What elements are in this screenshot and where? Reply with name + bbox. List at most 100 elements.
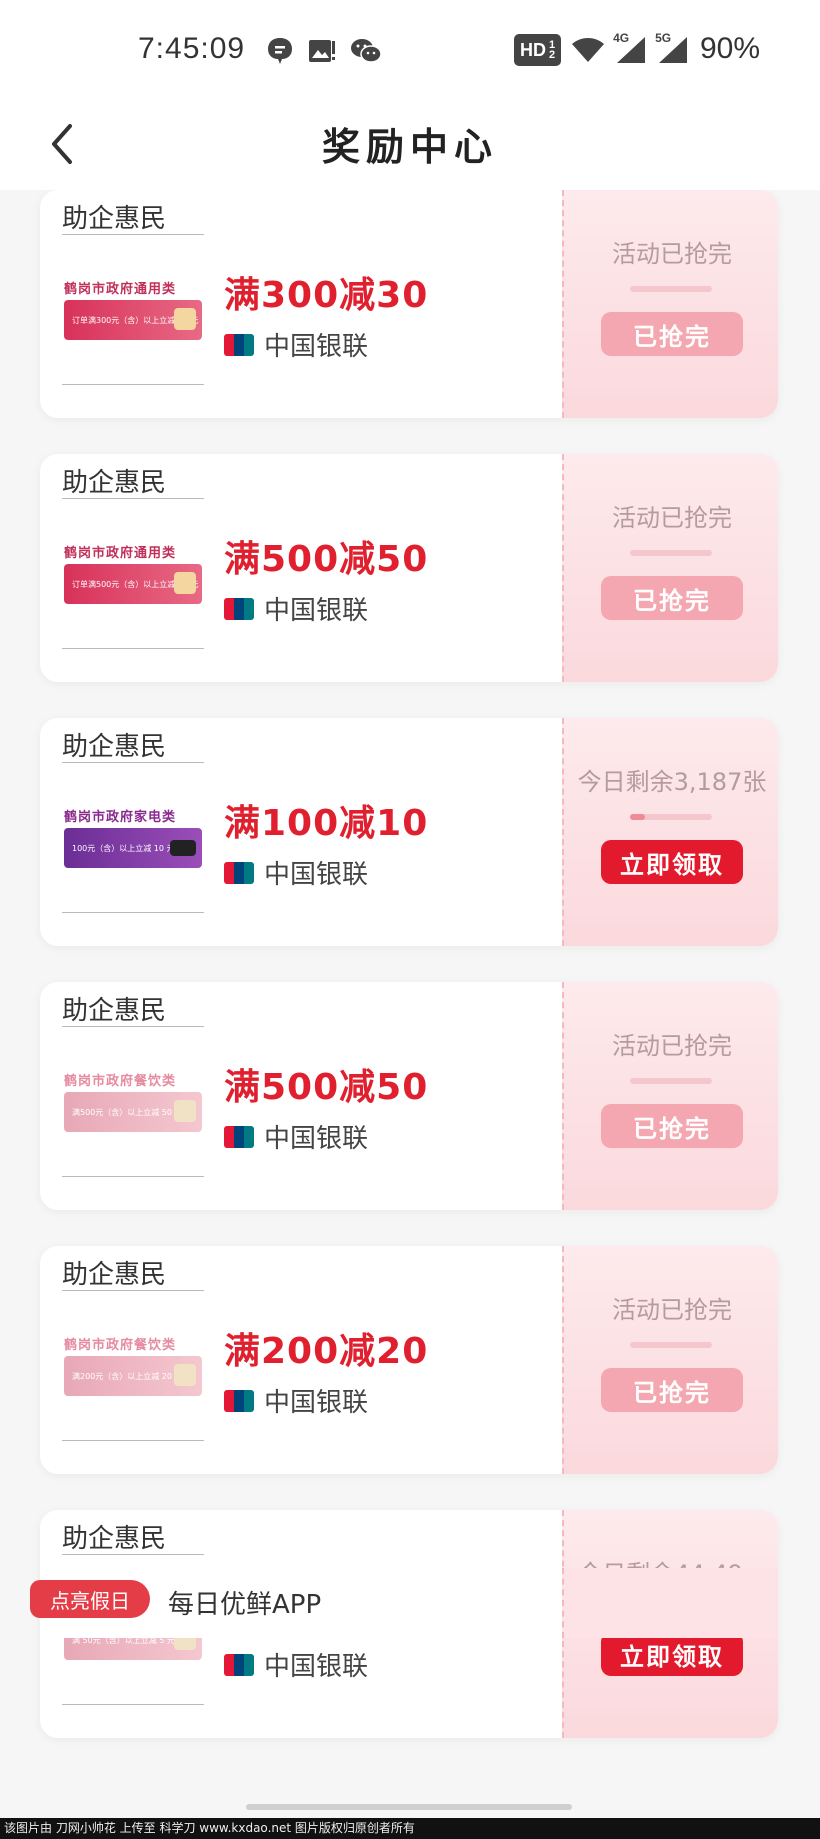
claim-button[interactable]: 立即领取 [601, 1632, 743, 1676]
coupon-info: 助企惠民 鹤岗市政府通用类 订单满500元（含）以上立减 50 元 满500减5… [40, 454, 562, 682]
bank-name: 中国银联 [264, 860, 369, 890]
signal-5g-icon: 5G [655, 31, 689, 65]
next-card-action-panel [562, 1568, 778, 1638]
sold-out-button[interactable]: 已抢完 [601, 1104, 743, 1148]
divider [62, 1554, 204, 1555]
unionpay-icon [224, 1389, 254, 1412]
progress-bar [630, 286, 712, 292]
product-image-icon [174, 308, 196, 330]
sold-out-button[interactable]: 已抢完 [601, 576, 743, 620]
divider [62, 384, 204, 385]
coupon-thumbnail-category: 鹤岗市政府通用类 [64, 282, 177, 297]
coupon-info: 助企惠民 鹤岗市政府餐饮类 满200元（含）以上立减 20 元 满200减20 … [40, 1246, 562, 1474]
remaining-status: 今日剩余3,187张 [577, 768, 767, 796]
divider [62, 1176, 204, 1177]
bank-row: 中国银联 [224, 1118, 368, 1155]
product-image-icon [174, 1100, 196, 1122]
coupon-card[interactable]: 助企惠民 鹤岗市政府通用类 订单满300元（含）以上立减 30 元 满300减3… [40, 190, 778, 418]
watermark-text: 该图片由 刀网小帅花 上传至 科学刀 www.kxdao.net 图片版权归原创… [0, 1818, 820, 1839]
coupon-info: 助企惠民 鹤岗市政府通用类 订单满300元（含）以上立减 30 元 满300减3… [40, 190, 562, 418]
claim-button[interactable]: 立即领取 [601, 840, 743, 884]
coupon-info: 助企惠民 鹤岗市政府家电类 100元（含）以上立减 10 元 满100减10 中… [40, 718, 562, 946]
coupon-card[interactable]: 助企惠民 鹤岗市政府家电类 100元（含）以上立减 10 元 满100减10 中… [40, 718, 778, 946]
bank-row: 中国银联 [224, 326, 368, 363]
battery-level: 90% [700, 32, 761, 65]
coupon-info: 助企惠民 鹤岗市政府餐饮类 满500元（含）以上立减 50 元 满500减50 … [40, 982, 562, 1210]
progress-bar [630, 550, 712, 556]
sold-out-button[interactable]: 已抢完 [601, 312, 743, 356]
divider [62, 762, 204, 763]
divider [62, 1026, 204, 1027]
coupon-thumbnail-text: 满200元（含）以上立减 20 元 [72, 1371, 183, 1381]
message-bubble-icon [268, 38, 292, 64]
progress-bar [630, 814, 712, 820]
progress-fill [630, 814, 645, 820]
coupon-thumbnail-category: 鹤岗市政府家电类 [64, 810, 177, 825]
bank-name: 中国银联 [264, 1124, 369, 1154]
coupon-offer: 满500减50 [224, 539, 429, 580]
bank-row: 中国银联 [224, 854, 368, 891]
unionpay-icon [224, 333, 254, 356]
coupon-action-panel: 活动已抢完 已抢完 [562, 454, 778, 682]
remaining-status: 活动已抢完 [612, 1296, 732, 1324]
sold-out-button[interactable]: 已抢完 [601, 1368, 743, 1412]
divider [62, 1440, 204, 1441]
remaining-status: 活动已抢完 [612, 240, 732, 268]
signal-4g-icon: 4G [613, 31, 647, 65]
header: 奖励中心 [0, 100, 820, 190]
divider [62, 234, 204, 235]
hd-icon: HD 1 2 [514, 34, 562, 66]
coupon-brand: 助企惠民 [62, 996, 167, 1026]
coupon-action-panel: 今日剩余3,187张 立即领取 [562, 718, 778, 946]
coupon-thumbnail-category: 鹤岗市政府通用类 [64, 546, 177, 561]
coupon-thumbnail-category: 鹤岗市政府餐饮类 [64, 1338, 177, 1353]
promo-tag: 点亮假日 [30, 1580, 150, 1618]
coupon-thumbnail: 订单满300元（含）以上立减 30 元 [64, 300, 202, 340]
product-image-icon [170, 840, 196, 856]
status-time: 7:45:09 [138, 32, 246, 65]
coupon-offer: 满100减10 [224, 803, 429, 844]
coupon-card[interactable]: 助企惠民 鹤岗市政府通用类 订单满500元（含）以上立减 50 元 满500减5… [40, 454, 778, 682]
coupon-thumbnail: 订单满500元（含）以上立减 50 元 [64, 564, 202, 604]
coupon-brand: 助企惠民 [62, 204, 167, 234]
coupon-list[interactable]: 助企惠民 鹤岗市政府通用类 订单满300元（含）以上立减 30 元 满300减3… [0, 190, 820, 1810]
coupon-offer: 满300减30 [224, 275, 429, 316]
home-indicator[interactable] [246, 1804, 572, 1810]
notification-icons [266, 36, 382, 66]
unionpay-icon [224, 861, 254, 884]
bank-name: 中国银联 [264, 1652, 369, 1682]
bank-name: 中国银联 [264, 332, 369, 362]
system-icons: HD 1 2 4G 5G [514, 31, 689, 66]
bank-row: 中国银联 [224, 1382, 368, 1419]
coupon-action-panel: 活动已抢完 已抢完 [562, 1246, 778, 1474]
coupon-brand: 助企惠民 [62, 732, 167, 762]
next-card-partial[interactable] [40, 1568, 778, 1638]
coupon-brand: 助企惠民 [62, 468, 167, 498]
bank-row: 中国银联 [224, 1646, 368, 1683]
progress-bar [630, 1078, 712, 1084]
remaining-status: 活动已抢完 [612, 1032, 732, 1060]
bank-name: 中国银联 [264, 1388, 369, 1418]
image-notification-icon [309, 40, 335, 62]
wechat-icon [351, 39, 382, 63]
coupon-brand: 助企惠民 [62, 1524, 167, 1554]
coupon-card[interactable]: 助企惠民 鹤岗市政府餐饮类 满500元（含）以上立减 50 元 满500减50 … [40, 982, 778, 1210]
divider [62, 648, 204, 649]
unionpay-icon [224, 1653, 254, 1676]
coupon-brand: 助企惠民 [62, 1260, 167, 1290]
progress-bar [630, 1342, 712, 1348]
page-title: 奖励中心 [321, 125, 498, 169]
product-image-icon [174, 572, 196, 594]
bank-name: 中国银联 [264, 596, 369, 626]
coupon-thumbnail-text: 满500元（含）以上立减 50 元 [72, 1107, 183, 1117]
bank-row: 中国银联 [224, 590, 368, 627]
divider [62, 1290, 204, 1291]
status-bar: 7:45:09 HD 1 2 4G 5G 90% [0, 0, 820, 100]
remaining-status: 活动已抢完 [612, 504, 732, 532]
coupon-action-panel: 活动已抢完 已抢完 [562, 982, 778, 1210]
unionpay-icon [224, 597, 254, 620]
coupon-thumbnail: 满200元（含）以上立减 20 元 [64, 1356, 202, 1396]
divider [62, 912, 204, 913]
coupon-card[interactable]: 助企惠民 鹤岗市政府餐饮类 满200元（含）以上立减 20 元 满200减20 … [40, 1246, 778, 1474]
divider [62, 498, 204, 499]
